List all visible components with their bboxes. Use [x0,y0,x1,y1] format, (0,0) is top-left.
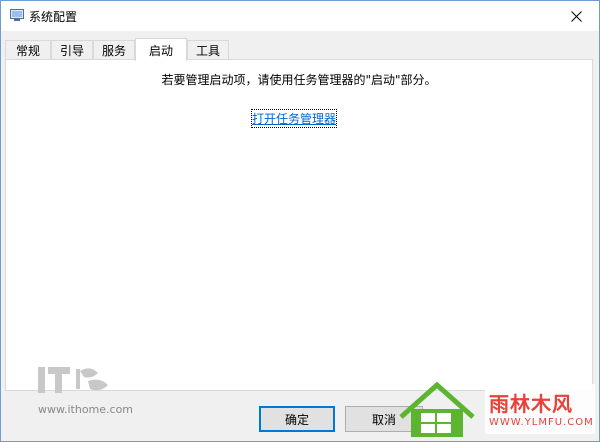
tab-startup[interactable]: 启动 [135,38,187,61]
system-config-window: 系统配置 常规 引导 服务 启动 工具 若要管理启动项，请使用任务管理器的"启动… [0,0,600,442]
ithome-logo [38,363,118,400]
close-button[interactable] [553,1,599,31]
window-title: 系统配置 [29,10,78,24]
ylmfu-title: 雨林木风 [489,392,573,416]
close-icon [570,10,582,22]
ok-button[interactable]: 确定 [259,406,335,432]
open-task-manager-link[interactable]: 打开任务管理器 [250,109,338,128]
startup-panel: 若要管理启动项，请使用任务管理器的"启动"部分。 打开任务管理器 [5,59,593,391]
msconfig-icon [10,9,24,21]
ithome-url: www.ithome.com [38,403,134,416]
tab-services[interactable]: 服务 [93,40,135,60]
ylmfu-url: WWW.YLMFU.COM [489,417,594,428]
title-bar: 系统配置 [1,1,599,31]
ylmfu-watermark: 雨林木风 WWW.YLMFU.COM [485,384,595,434]
tab-strip: 常规 引导 服务 启动 工具 [5,38,595,61]
windows-logo-icon [397,381,477,442]
tab-tools[interactable]: 工具 [187,40,229,60]
tab-boot[interactable]: 引导 [51,40,93,60]
startup-message: 若要管理启动项，请使用任务管理器的"启动"部分。 [161,73,437,87]
tab-general[interactable]: 常规 [5,40,51,60]
